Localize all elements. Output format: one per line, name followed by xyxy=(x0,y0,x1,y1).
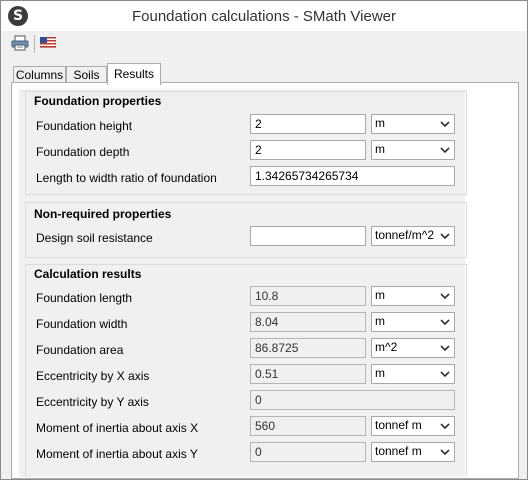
select-value: tonnef m xyxy=(375,444,422,458)
label-moment-inertia-x: Moment of inertia about axis X xyxy=(36,421,199,435)
eccentricity-y-output: 0 xyxy=(250,390,455,410)
label-eccentricity-x: Eccentricity by X axis xyxy=(36,369,150,383)
select-value: m xyxy=(375,116,385,130)
chevron-down-icon xyxy=(440,293,450,300)
select-value: m^2 xyxy=(375,340,398,354)
chevron-down-icon xyxy=(440,233,450,240)
group-title: Non-required properties xyxy=(34,207,172,221)
length-width-ratio-input[interactable]: 1.34265734265734 xyxy=(250,166,455,186)
label-foundation-area: Foundation area xyxy=(36,343,124,357)
foundation-width-unit-select[interactable]: m xyxy=(371,312,455,332)
eccentricity-x-unit-select[interactable]: m xyxy=(371,364,455,384)
label-design-soil-resistance: Design soil resistance xyxy=(36,231,153,245)
foundation-length-output: 10.8 xyxy=(250,286,366,306)
chevron-down-icon xyxy=(440,345,450,352)
design-soil-resistance-unit-select[interactable]: tonnef/m^2 xyxy=(371,226,455,246)
tab-results[interactable]: Results xyxy=(107,63,161,85)
select-value: m xyxy=(375,314,385,328)
foundation-height-unit-select[interactable]: m xyxy=(371,114,455,134)
label-eccentricity-y: Eccentricity by Y axis xyxy=(36,395,149,409)
tab-soils[interactable]: Soils xyxy=(66,66,107,83)
eccentricity-x-output: 0.51 xyxy=(250,364,366,384)
design-soil-resistance-input[interactable] xyxy=(250,226,366,246)
label-length-width-ratio: Length to width ratio of foundation xyxy=(36,171,217,185)
window-title: Foundation calculations - SMath Viewer xyxy=(131,8,397,25)
moment-inertia-y-output: 0 xyxy=(250,442,366,462)
foundation-area-output: 86.8725 xyxy=(250,338,366,358)
foundation-depth-input[interactable]: 2 xyxy=(250,140,366,160)
foundation-area-unit-select[interactable]: m^2 xyxy=(371,338,455,358)
tab-columns[interactable]: Columns xyxy=(13,66,66,83)
select-value: m xyxy=(375,142,385,156)
select-value: tonnef m xyxy=(375,418,422,432)
label-foundation-width: Foundation width xyxy=(36,317,128,331)
moment-inertia-x-output: 560 xyxy=(250,416,366,436)
app-window: S Foundation calculations - SMath Viewer xyxy=(0,0,528,480)
moment-inertia-y-unit-select[interactable]: tonnef m xyxy=(371,442,455,462)
chevron-down-icon xyxy=(440,423,450,430)
toolbar-separator xyxy=(34,35,35,53)
chevron-down-icon xyxy=(440,147,450,154)
chevron-down-icon xyxy=(440,449,450,456)
printer-icon[interactable] xyxy=(11,35,29,51)
us-flag-icon[interactable] xyxy=(39,36,58,53)
group-title: Foundation properties xyxy=(34,94,162,108)
toolbar xyxy=(1,31,527,57)
moment-inertia-x-unit-select[interactable]: tonnef m xyxy=(371,416,455,436)
label-foundation-length: Foundation length xyxy=(36,291,133,305)
foundation-width-output: 8.04 xyxy=(250,312,366,332)
chevron-down-icon xyxy=(440,319,450,326)
foundation-height-input[interactable]: 2 xyxy=(250,114,366,134)
foundation-length-unit-select[interactable]: m xyxy=(371,286,455,306)
select-value: m xyxy=(375,288,385,302)
group-title: Calculation results xyxy=(34,267,142,281)
chevron-down-icon xyxy=(440,121,450,128)
label-foundation-height: Foundation height xyxy=(36,119,133,133)
select-value: m xyxy=(375,366,385,380)
foundation-depth-unit-select[interactable]: m xyxy=(371,140,455,160)
label-foundation-depth: Foundation depth xyxy=(36,145,130,159)
label-moment-inertia-y: Moment of inertia about axis Y xyxy=(36,447,198,461)
title-bar: S Foundation calculations - SMath Viewer xyxy=(1,1,527,31)
select-value: tonnef/m^2 xyxy=(375,228,434,242)
tab-strip: Columns Soils Results xyxy=(11,63,521,85)
chevron-down-icon xyxy=(440,371,450,378)
